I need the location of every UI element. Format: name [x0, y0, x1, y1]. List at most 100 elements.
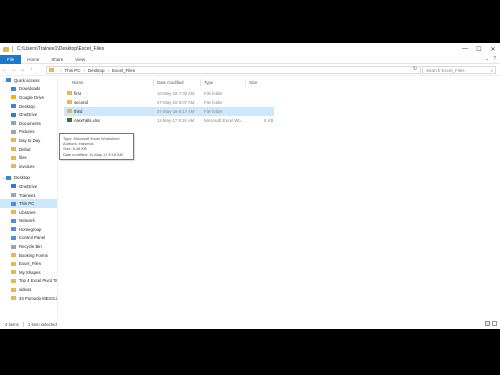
file-row[interactable]: first 16-May-18 7:00 AM File folder [64, 89, 274, 98]
search-input[interactable]: Search Excel_Files ⌕ [422, 66, 496, 74]
folder-icon [67, 91, 72, 95]
sidebar-item[interactable]: files [0, 153, 57, 162]
sidebar-item[interactable]: Desktop [0, 102, 57, 111]
sidebar-item-label: Quick access [14, 77, 40, 83]
tab-view[interactable]: View [69, 55, 91, 64]
sidebar-item[interactable]: OneDrive [0, 110, 57, 119]
recent-locations-button[interactable]: ⌄ [18, 65, 27, 75]
sidebar-item-icon [11, 210, 16, 215]
sidebar-item-label: Excel_Files [19, 261, 41, 267]
sidebar-item-label: Trainee1 [19, 192, 36, 198]
sidebar-item[interactable]: ⌄ Desktop [0, 174, 57, 183]
sidebar-item[interactable]: Debut [0, 145, 57, 154]
sidebar-item[interactable]: Documents [0, 119, 57, 128]
sidebar-item-label: This PC [19, 201, 35, 207]
sidebar-item[interactable]: Booking Forms [0, 251, 57, 260]
column-divider[interactable] [153, 79, 154, 86]
tab-file[interactable]: File [0, 54, 22, 64]
sidebar-item[interactable]: Recycle Bin [0, 242, 57, 251]
sidebar-item[interactable]: videos [0, 285, 57, 294]
sidebar-item[interactable]: This PC [0, 199, 57, 208]
folder-icon [67, 109, 72, 113]
column-type[interactable]: Type [204, 80, 213, 85]
sidebar-item[interactable]: OneDrive [0, 182, 57, 191]
sidebar-item-label: OneDrive [19, 112, 38, 118]
expand-arrow-icon[interactable]: ⌄ [2, 175, 5, 180]
address-bar[interactable]: › This PC › Desktop › Excel_Files [46, 66, 421, 74]
tab-share[interactable]: Share [45, 55, 69, 64]
help-icon[interactable]: ? [493, 56, 496, 62]
column-divider[interactable] [245, 79, 246, 86]
sidebar-item-icon [11, 155, 16, 160]
sidebar-item-label: Libraries [19, 209, 36, 215]
sidebar-item[interactable]: invoices [0, 162, 57, 171]
file-list: Name Date modified Type Size first 16-May… [59, 76, 500, 319]
file-size: 9 KB [264, 118, 274, 123]
sidebar-item-icon [11, 193, 16, 198]
sidebar-item[interactable]: Top 4 Excel Pivot Ta [0, 277, 57, 286]
sidebar-item-icon [11, 253, 16, 258]
back-button[interactable]: ← [0, 65, 9, 75]
maximize-button[interactable]: ☐ [472, 43, 486, 55]
title-separator [12, 46, 13, 52]
refresh-icon[interactable]: ↻ [413, 66, 417, 72]
sidebar-item[interactable]: Network [0, 217, 57, 226]
sidebar-item[interactable]: Libraries [0, 208, 57, 217]
column-size[interactable]: Size [249, 80, 257, 85]
sidebar-item[interactable]: 33 Pomodo MEGS.ip [0, 294, 57, 303]
breadcrumb-separator: › [107, 67, 110, 73]
large-icons-view-icon[interactable] [492, 321, 497, 326]
minimize-button[interactable]: — [458, 43, 472, 55]
up-button[interactable]: ↑ [27, 65, 36, 75]
close-button[interactable]: ✕ [486, 43, 500, 55]
sidebar-item-label: Downloads [19, 86, 41, 92]
sidebar-item[interactable]: Excel_Files [0, 259, 57, 268]
ribbon-tabs: File Home Share View ⌄ ? [0, 54, 500, 64]
folder-icon [49, 68, 54, 72]
sidebar-item-label: invoices [19, 163, 35, 169]
status-bar: 4 items 1 item selected [0, 319, 500, 329]
sidebar-item[interactable]: Pictures [0, 128, 57, 137]
sidebar-item-label: files [19, 155, 27, 161]
file-row[interactable]: AlexFalls.xlsx 11-May-17 8:16 AM Microsoft… [64, 116, 274, 125]
file-tooltip: Type: Microsoft Excel Worksheet Authors: … [59, 133, 134, 160]
expand-ribbon-icon[interactable]: ⌄ [485, 56, 489, 62]
breadcrumb-separator: › [60, 67, 62, 73]
sidebar-item[interactable]: Google Drive [0, 93, 57, 102]
sidebar-item[interactable]: Trainee1 [0, 191, 57, 200]
file-date-modified: 16-May-18 7:00 AM [157, 91, 195, 96]
file-date-modified: 27-May-18 8:17 AM [157, 109, 195, 114]
sidebar-item[interactable]: Downloads [0, 85, 57, 94]
sidebar-item-label: Debut [19, 146, 31, 152]
column-name[interactable]: Name [72, 80, 83, 85]
sidebar-item-label: 33 Pomodo MEGS.ip [19, 295, 58, 301]
sidebar-item[interactable]: Homegroup [0, 225, 57, 234]
forward-button[interactable]: → [9, 65, 18, 75]
sidebar-item[interactable]: Day to Day [0, 136, 57, 145]
sidebar-item[interactable]: My Shapes [0, 268, 57, 277]
sidebar-item-label: Recycle Bin [19, 244, 42, 250]
sidebar-item-icon [11, 121, 16, 126]
selection-count: 1 item selected [27, 321, 57, 327]
breadcrumb-excel-files[interactable]: Excel_Files [112, 68, 135, 73]
breadcrumb-desktop[interactable]: Desktop [88, 68, 105, 73]
sidebar-item[interactable]: ⌄ Quick access [0, 76, 57, 85]
sidebar-item[interactable]: Control Panel [0, 234, 57, 243]
navigation-pane: ⌄ Quick access Downloads Google Drive Deskto… [0, 76, 58, 319]
file-date-modified: 11-May-17 8:16 AM [157, 118, 195, 123]
expand-arrow-icon[interactable]: ⌄ [2, 78, 5, 83]
details-view-icon[interactable] [485, 321, 490, 326]
column-divider[interactable] [200, 79, 201, 86]
tab-home[interactable]: Home [21, 55, 45, 64]
sidebar-item-icon [11, 112, 16, 117]
file-type: File folder [204, 91, 223, 96]
ribbon-right: ⌄ ? [485, 56, 496, 62]
search-placeholder: Search Excel_Files [426, 67, 465, 73]
breadcrumb-this-pc[interactable]: This PC [65, 68, 81, 73]
file-date-modified: 27-May-18 8:07 AM [157, 100, 195, 105]
file-row[interactable]: third 27-May-18 8:17 AM File folder [64, 107, 274, 116]
column-date-modified[interactable]: Date modified [157, 80, 184, 85]
sidebar-item-label: videos [19, 287, 32, 293]
file-row[interactable]: second 27-May-18 8:07 AM File folder [64, 98, 274, 107]
sidebar-item-icon [6, 78, 11, 83]
